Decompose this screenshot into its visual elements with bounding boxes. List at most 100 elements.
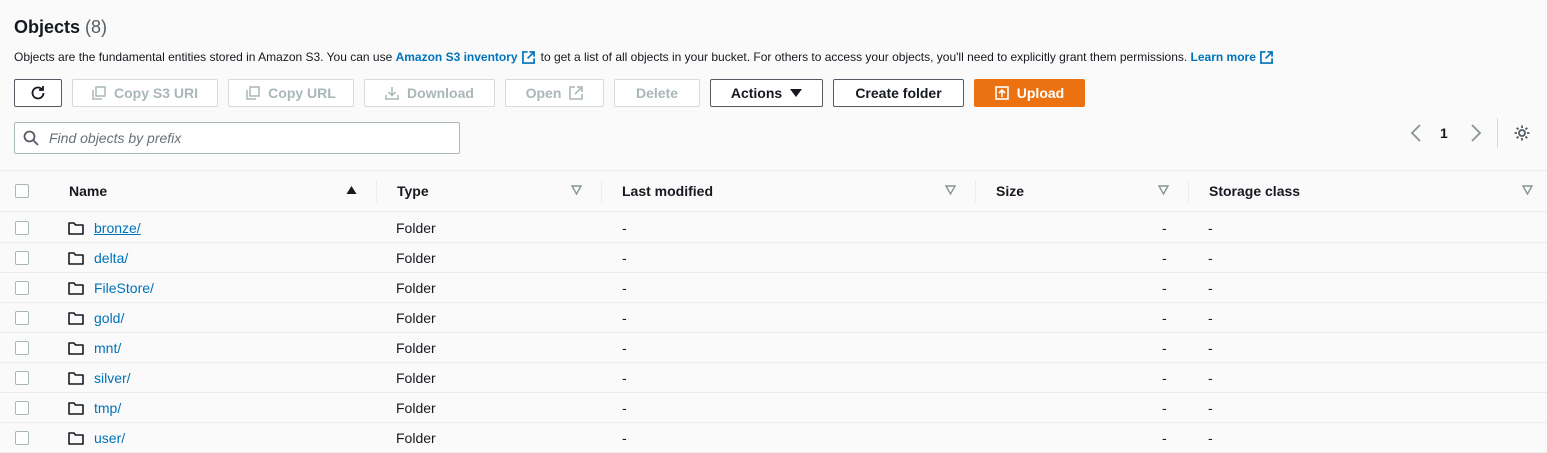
object-size: - bbox=[1162, 220, 1167, 236]
object-storage-class: - bbox=[1208, 370, 1213, 386]
current-page[interactable]: 1 bbox=[1440, 125, 1448, 141]
row-checkbox[interactable] bbox=[15, 401, 29, 415]
object-name-link[interactable]: tmp/ bbox=[94, 400, 121, 416]
object-name-link[interactable]: FileStore/ bbox=[94, 280, 154, 296]
object-name-link[interactable]: gold/ bbox=[94, 310, 124, 326]
table-header: Name Type Last modified Size Storage cla… bbox=[0, 170, 1547, 212]
delete-label: Delete bbox=[635, 85, 679, 101]
download-icon bbox=[385, 87, 399, 100]
copy-s3-uri-button[interactable]: Copy S3 URI bbox=[72, 79, 218, 107]
external-link-icon bbox=[569, 86, 584, 100]
folder-icon bbox=[68, 251, 84, 268]
object-last-modified: - bbox=[622, 250, 627, 266]
row-checkbox[interactable] bbox=[15, 341, 29, 355]
learn-more-link[interactable]: Learn more bbox=[1191, 50, 1256, 64]
copy-s3-uri-label: Copy S3 URI bbox=[113, 85, 198, 101]
row-checkbox[interactable] bbox=[15, 311, 29, 325]
title-text: Objects bbox=[14, 17, 81, 37]
table-row[interactable]: mnt/Folder - - - bbox=[0, 333, 1547, 363]
table-row[interactable]: bronze/Folder - - - bbox=[0, 213, 1547, 243]
column-header-name[interactable]: Name bbox=[69, 183, 107, 199]
object-storage-class: - bbox=[1208, 340, 1213, 356]
object-last-modified: - bbox=[622, 340, 627, 356]
open-label: Open bbox=[525, 85, 562, 101]
previous-page-icon[interactable] bbox=[1410, 124, 1422, 142]
object-last-modified: - bbox=[622, 430, 627, 446]
column-header-storage-class[interactable]: Storage class bbox=[1209, 183, 1300, 199]
select-all-checkbox[interactable] bbox=[15, 184, 29, 198]
table-row[interactable]: gold/Folder - - - bbox=[0, 303, 1547, 333]
refresh-icon bbox=[31, 86, 45, 100]
table-row[interactable]: FileStore/Folder - - - bbox=[0, 273, 1547, 303]
column-header-last-modified[interactable]: Last modified bbox=[622, 183, 713, 199]
row-checkbox[interactable] bbox=[15, 431, 29, 445]
table-row[interactable]: silver/Folder - - - bbox=[0, 363, 1547, 393]
folder-icon bbox=[68, 371, 84, 388]
caret-down-icon bbox=[790, 89, 803, 97]
description-text-1: Objects are the fundamental entities sto… bbox=[14, 50, 396, 64]
download-button[interactable]: Download bbox=[364, 79, 495, 107]
object-size: - bbox=[1162, 310, 1167, 326]
row-checkbox[interactable] bbox=[15, 221, 29, 235]
copy-url-button[interactable]: Copy URL bbox=[228, 79, 354, 107]
pagination-divider bbox=[1497, 118, 1498, 148]
table-row[interactable]: tmp/Folder - - - bbox=[0, 393, 1547, 423]
sort-ascending-icon[interactable] bbox=[346, 185, 357, 195]
refresh-button[interactable] bbox=[14, 79, 62, 107]
open-button[interactable]: Open bbox=[505, 79, 604, 107]
external-link-icon bbox=[1259, 51, 1273, 64]
delete-button[interactable]: Delete bbox=[614, 79, 700, 107]
search-input[interactable] bbox=[47, 129, 431, 147]
folder-icon bbox=[68, 311, 84, 328]
object-last-modified: - bbox=[622, 310, 627, 326]
object-size: - bbox=[1162, 280, 1167, 296]
object-type: Folder bbox=[396, 400, 436, 416]
sort-icon[interactable] bbox=[1158, 185, 1169, 195]
object-type: Folder bbox=[396, 370, 436, 386]
gear-icon[interactable] bbox=[1513, 124, 1531, 142]
row-checkbox[interactable] bbox=[15, 371, 29, 385]
object-type: Folder bbox=[396, 340, 436, 356]
object-name-link[interactable]: silver/ bbox=[94, 370, 131, 386]
search-icon bbox=[23, 130, 39, 146]
sort-icon[interactable] bbox=[945, 185, 956, 195]
upload-button[interactable]: Upload bbox=[974, 79, 1085, 107]
object-type: Folder bbox=[396, 430, 436, 446]
inventory-link[interactable]: Amazon S3 inventory bbox=[396, 50, 518, 64]
download-label: Download bbox=[407, 85, 474, 101]
object-type: Folder bbox=[396, 310, 436, 326]
column-divider bbox=[975, 180, 976, 202]
column-header-size[interactable]: Size bbox=[996, 183, 1024, 199]
object-storage-class: - bbox=[1208, 280, 1213, 296]
create-folder-button[interactable]: Create folder bbox=[833, 79, 964, 107]
folder-icon bbox=[68, 341, 84, 358]
sort-icon[interactable] bbox=[571, 185, 582, 195]
object-size: - bbox=[1162, 400, 1167, 416]
row-checkbox[interactable] bbox=[15, 281, 29, 295]
object-name-link[interactable]: user/ bbox=[94, 430, 125, 446]
row-checkbox[interactable] bbox=[15, 251, 29, 265]
object-storage-class: - bbox=[1208, 220, 1213, 236]
description: Objects are the fundamental entities sto… bbox=[14, 50, 1279, 64]
copy-icon bbox=[246, 86, 260, 100]
table-row[interactable]: delta/Folder - - - bbox=[0, 243, 1547, 273]
object-type: Folder bbox=[396, 280, 436, 296]
actions-label: Actions bbox=[730, 85, 783, 101]
object-storage-class: - bbox=[1208, 250, 1213, 266]
copy-url-label: Copy URL bbox=[268, 85, 336, 101]
object-size: - bbox=[1162, 370, 1167, 386]
upload-icon bbox=[994, 86, 1009, 100]
folder-icon bbox=[68, 401, 84, 418]
object-name-link[interactable]: delta/ bbox=[94, 250, 128, 266]
next-page-icon[interactable] bbox=[1470, 124, 1482, 142]
folder-icon bbox=[68, 431, 84, 448]
actions-dropdown[interactable]: Actions bbox=[710, 79, 823, 107]
table-row[interactable]: user/Folder - - - bbox=[0, 423, 1547, 453]
object-name-link[interactable]: bronze/ bbox=[94, 220, 141, 236]
object-name-link[interactable]: mnt/ bbox=[94, 340, 121, 356]
sort-icon[interactable] bbox=[1522, 185, 1533, 195]
object-type: Folder bbox=[396, 220, 436, 236]
object-size: - bbox=[1162, 340, 1167, 356]
folder-icon bbox=[68, 221, 84, 238]
column-header-type[interactable]: Type bbox=[397, 183, 429, 199]
